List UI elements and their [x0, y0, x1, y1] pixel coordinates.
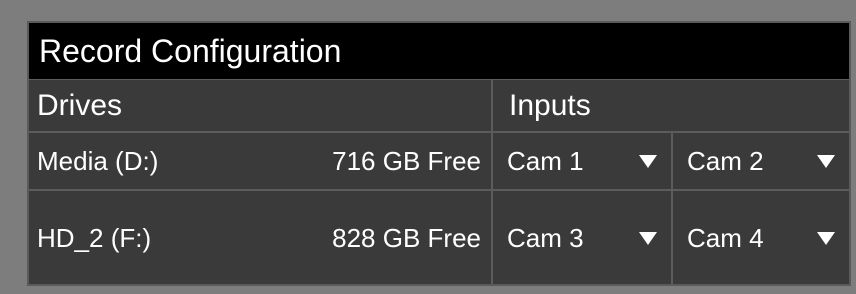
- inputs-header: Inputs: [509, 88, 591, 122]
- dropdown-arrow-icon: [639, 154, 657, 168]
- drive-row-hd2: HD_2 (F:) 828 GB Free Cam 3 Cam 4: [29, 191, 849, 285]
- drive-free-space: 716 GB Free: [332, 145, 481, 176]
- dropdown-arrow-icon: [817, 154, 835, 168]
- dropdown-arrow-icon: [639, 231, 657, 245]
- drive-name: HD_2 (F:): [37, 222, 152, 253]
- record-configuration-panel: Record Configuration Drives Inputs Media…: [27, 21, 851, 286]
- input-select-label: Cam 4: [687, 222, 764, 253]
- drive-row-media: Media (D:) 716 GB Free Cam 1 Cam 2: [29, 133, 849, 191]
- drive-name: Media (D:): [37, 145, 159, 176]
- panel-title: Record Configuration: [29, 23, 849, 79]
- drives-header: Drives: [29, 80, 493, 131]
- input-select-cam-3[interactable]: Cam 3: [493, 191, 671, 285]
- input-select-cam-2[interactable]: Cam 2: [671, 133, 849, 189]
- input-select-label: Cam 1: [507, 145, 584, 176]
- drive-cell: HD_2 (F:) 828 GB Free: [29, 191, 493, 285]
- drive-cell: Media (D:) 716 GB Free: [29, 133, 493, 189]
- input-select-label: Cam 3: [507, 222, 584, 253]
- input-select-cam-4[interactable]: Cam 4: [671, 191, 849, 285]
- header-row: Drives Inputs: [29, 79, 849, 133]
- dropdown-arrow-icon: [817, 231, 835, 245]
- input-select-cam-1[interactable]: Cam 1: [493, 133, 671, 189]
- drive-free-space: 828 GB Free: [332, 222, 481, 253]
- input-select-label: Cam 2: [687, 145, 764, 176]
